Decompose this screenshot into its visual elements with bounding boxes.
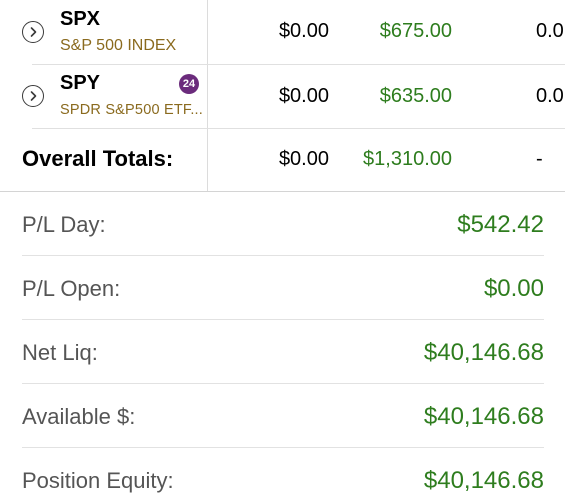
summary-value: $542.42 (457, 211, 544, 238)
row-divider (32, 64, 565, 65)
position-symbol: SPY (60, 72, 101, 94)
summary-row-pl-day: P/L Day: $542.42 (22, 192, 544, 256)
position-description: SPDR S&P500 ETF... (60, 102, 204, 118)
positions-table: SPX S&P 500 INDEX $0.00 $675.00 0.0 SPY … (0, 0, 565, 192)
summary-label: P/L Day: (22, 212, 106, 237)
position-value-col2: $635.00 (379, 85, 452, 107)
summary-label: Position Equity: (22, 468, 174, 493)
position-value-col1: $0.00 (278, 85, 329, 107)
summary-value: $40,146.68 (423, 467, 544, 494)
summary-row-available: Available $: $40,146.68 (22, 384, 544, 448)
totals-label: Overall Totals: (22, 146, 174, 171)
summary-label: P/L Open: (22, 276, 121, 301)
summary-row-pl-open: P/L Open: $0.00 (22, 256, 544, 320)
position-row-spy[interactable]: SPY 24 SPDR S&P500 ETF... $0.00 $635.00 … (0, 0, 565, 118)
summary-row-position-equity: Position Equity: $40,146.68 (22, 448, 544, 500)
position-value-col3: 0.0 (536, 85, 564, 107)
totals-value-col1: $0.00 (278, 148, 329, 170)
chevron-right-circle-icon[interactable] (22, 85, 44, 107)
row-divider (32, 128, 565, 129)
summary-value: $40,146.68 (423, 403, 544, 430)
totals-value-col3: - (536, 148, 543, 170)
summary-value: $0.00 (483, 275, 544, 302)
summary-value: $40,146.68 (423, 339, 544, 366)
notification-badge[interactable]: 24 (179, 74, 199, 94)
summary-label: Net Liq: (22, 340, 98, 365)
totals-value-col2: $1,310.00 (363, 148, 452, 170)
summary-row-net-liq: Net Liq: $40,146.68 (22, 320, 544, 384)
summary-label: Available $: (22, 404, 136, 429)
